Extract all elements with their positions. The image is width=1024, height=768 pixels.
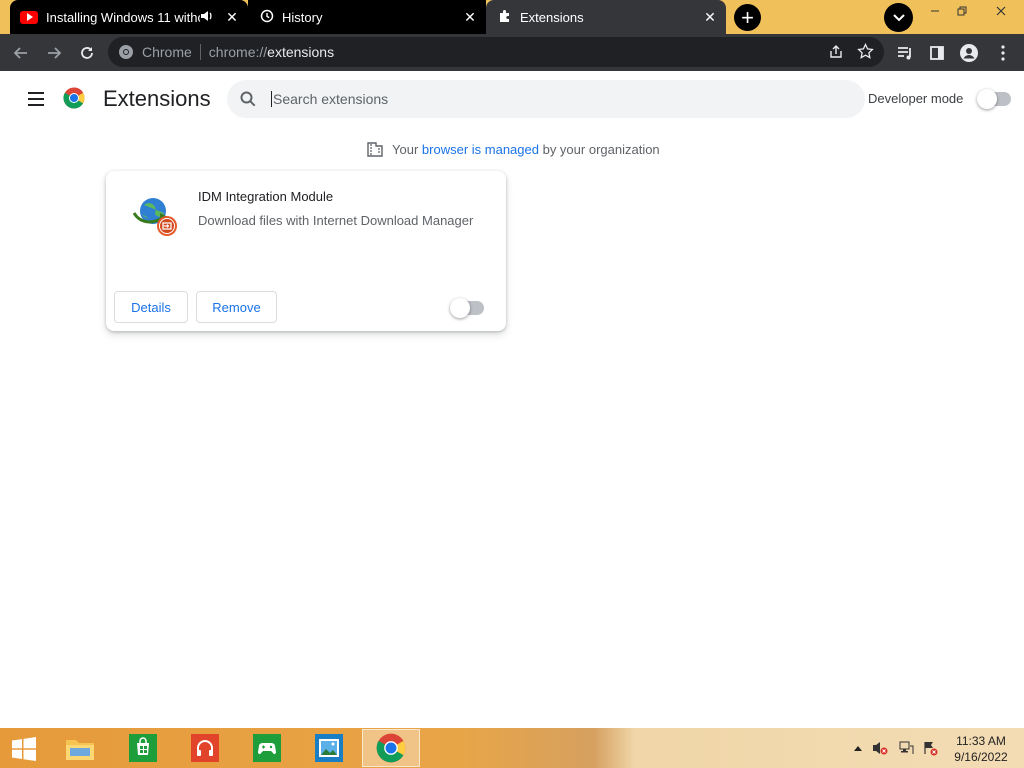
close-icon[interactable]: ✕ [702, 9, 718, 25]
idm-icon [132, 198, 177, 236]
youtube-icon [20, 10, 38, 24]
chevron-down-icon [892, 13, 905, 21]
network-icon[interactable] [898, 740, 914, 756]
managed-suffix: by your organization [542, 141, 660, 157]
hamburger-icon [28, 92, 44, 94]
reload-button[interactable] [74, 40, 100, 66]
url-text: chrome://extensions [208, 44, 335, 60]
music-icon[interactable] [189, 732, 221, 764]
toggle-knob [977, 89, 997, 109]
share-icon[interactable] [828, 44, 844, 63]
building-icon [367, 142, 383, 157]
arrow-right-icon [48, 47, 62, 59]
new-tab-button[interactable]: + [734, 4, 761, 31]
start-button[interactable] [11, 737, 37, 761]
puzzle-icon [498, 9, 512, 26]
file-explorer-icon[interactable] [64, 732, 96, 764]
divider [199, 44, 201, 60]
remove-button[interactable]: Remove [196, 291, 277, 323]
developer-mode-label: Developer mode [868, 91, 964, 106]
tab-youtube[interactable]: Installing Windows 11 witho ✕ [10, 0, 248, 34]
show-hidden-icons-button[interactable] [850, 740, 866, 756]
forward-button[interactable] [41, 40, 67, 66]
menu-button[interactable] [990, 40, 1016, 66]
arrow-left-icon [13, 47, 27, 59]
chrome-logo-icon [63, 87, 85, 109]
clock-time: 11:33 AM [956, 734, 1006, 748]
windows-taskbar: 11:33 AM 9/16/2022 [0, 728, 1024, 768]
chevron-up-icon [854, 746, 862, 751]
details-button[interactable]: Details [114, 291, 188, 323]
main-menu-button[interactable] [26, 89, 48, 109]
side-panel-icon [930, 46, 944, 60]
tab-title: History [282, 9, 323, 25]
managed-notice: Your browser is managed by your organiza… [366, 140, 660, 158]
volume-muted-icon[interactable] [872, 740, 888, 756]
restore-button[interactable] [947, 0, 977, 22]
search-icon [240, 91, 256, 107]
reload-icon [81, 47, 93, 59]
site-info-chip[interactable]: Chrome [108, 44, 192, 60]
clock-date: 9/16/2022 [954, 750, 1008, 764]
close-icon[interactable]: ✕ [462, 9, 478, 25]
xbox-games-icon[interactable] [251, 732, 283, 764]
search-bar[interactable] [227, 80, 865, 118]
tab-search-button[interactable] [884, 3, 913, 32]
reading-list-button[interactable] [892, 40, 918, 66]
avatar-icon [960, 44, 978, 62]
toggle-knob [450, 298, 470, 318]
tab-title: Installing Windows 11 witho [46, 9, 200, 25]
address-bar[interactable]: Chrome chrome://extensions [108, 37, 884, 67]
page-title: Extensions [103, 86, 211, 111]
store-icon[interactable] [127, 732, 159, 764]
chip-label: Chrome [142, 44, 192, 60]
media-queue-icon [898, 47, 911, 60]
more-vert-icon [1001, 45, 1005, 61]
tab-extensions[interactable]: Extensions ✕ [486, 0, 726, 34]
minimize-button[interactable] [920, 0, 950, 22]
chrome-icon [119, 45, 133, 59]
photos-icon[interactable] [313, 732, 345, 764]
extension-enable-toggle[interactable] [450, 298, 484, 318]
speaker-icon[interactable] [200, 10, 214, 25]
managed-prefix: Your [392, 141, 419, 157]
close-window-button[interactable] [986, 0, 1016, 22]
back-button[interactable] [8, 40, 34, 66]
profile-button[interactable] [956, 40, 982, 66]
side-panel-button[interactable] [924, 40, 950, 66]
extension-description: Download files with Internet Download Ma… [198, 213, 474, 228]
action-center-icon[interactable] [922, 740, 938, 756]
chrome-taskbar-button[interactable] [362, 729, 420, 767]
history-icon [260, 9, 274, 26]
developer-mode-toggle[interactable] [977, 89, 1011, 109]
extensions-header: Extensions Developer mode [0, 71, 1024, 127]
close-icon[interactable]: ✕ [224, 9, 240, 25]
tab-title: Extensions [520, 9, 584, 25]
search-input[interactable] [271, 91, 831, 107]
chrome-icon [376, 733, 406, 763]
tab-history[interactable]: History ✕ [248, 0, 486, 34]
browser-toolbar: Chrome chrome://extensions [0, 34, 1024, 71]
system-clock[interactable]: 11:33 AM 9/16/2022 [946, 733, 1016, 765]
extension-card: IDM Integration Module Download files wi… [106, 171, 506, 331]
tab-strip: Installing Windows 11 witho ✕ History ✕ … [0, 0, 1024, 34]
bookmark-star-icon[interactable] [857, 42, 874, 63]
managed-link[interactable]: browser is managed [422, 142, 539, 157]
extension-name: IDM Integration Module [198, 189, 334, 204]
